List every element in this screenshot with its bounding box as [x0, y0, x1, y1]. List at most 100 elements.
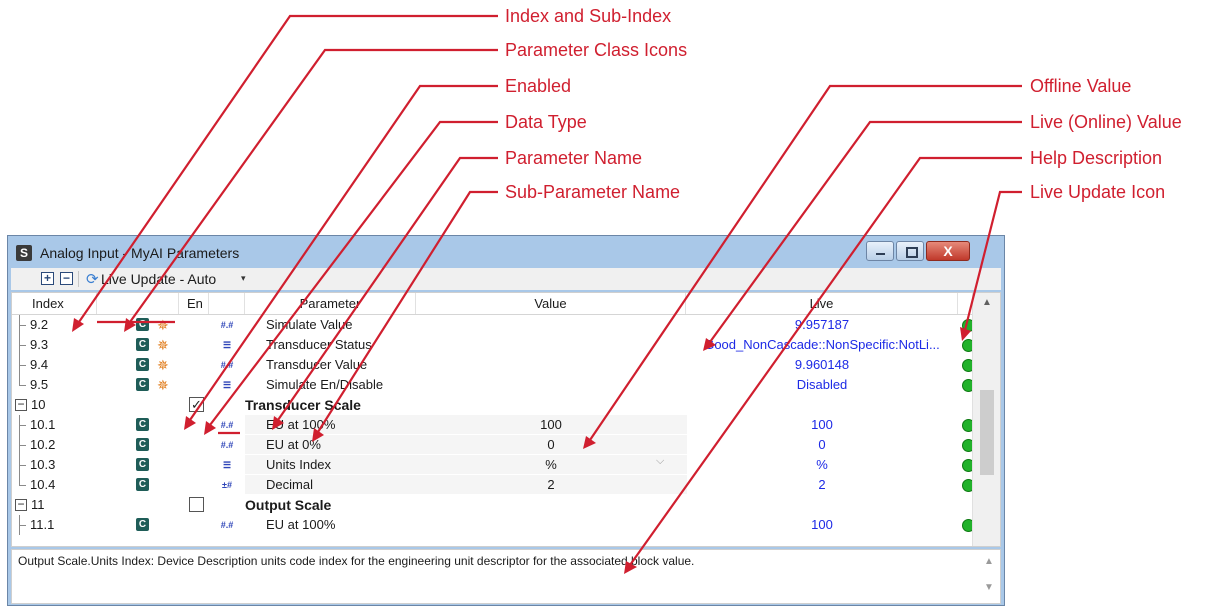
index-cell: 10.4	[30, 477, 56, 492]
help-description: Output Scale.Units Index: Device Descrip…	[11, 549, 1001, 604]
column-header-index[interactable]: Index	[12, 293, 97, 314]
live-cell: Disabled	[796, 377, 848, 392]
class-c-icon: C	[136, 458, 149, 471]
enum-type-icon: ☰	[222, 340, 232, 350]
vertical-scrollbar[interactable]: ▲	[972, 293, 1000, 546]
class-c-icon: C	[136, 518, 149, 531]
column-header-live[interactable]: Live	[686, 293, 958, 314]
app-icon: S	[16, 245, 32, 261]
column-header-icon	[958, 293, 972, 314]
parameter-name: Simulate En/Disable	[266, 377, 384, 392]
live-cell: 9.960148	[794, 357, 850, 372]
table-row[interactable]: 11.1 C #.# EU at 100% 100	[12, 515, 975, 535]
sub-parameter-name: Decimal	[266, 477, 313, 492]
class-c-icon: C	[136, 378, 149, 391]
parameters-window: S Analog Input - MyAI Parameters X + − ⟳…	[7, 235, 1005, 606]
table-row[interactable]: 10.1 C #.# EU at 100% 100 100	[12, 415, 975, 435]
close-button[interactable]: X	[926, 241, 970, 261]
enabled-checkbox[interactable]: ✓	[189, 397, 204, 412]
float-type-icon: #.#	[220, 360, 234, 370]
live-cell: Good_NonCascade::NonSpecific:NotLi...	[704, 337, 940, 352]
column-header-type[interactable]	[209, 293, 245, 314]
index-cell: 11	[31, 497, 45, 512]
float-type-icon: #.#	[220, 520, 234, 530]
enum-type-icon: ☰	[222, 460, 232, 470]
parameter-name: Transducer Value	[266, 357, 368, 372]
index-cell: 11.1	[30, 517, 55, 532]
column-header-value[interactable]: Value	[416, 293, 686, 314]
column-header-class[interactable]	[97, 293, 179, 314]
sub-parameter-name: Units Index	[266, 457, 332, 472]
index-cell: 10.2	[30, 437, 56, 452]
float-type-icon: #.#	[220, 440, 234, 450]
enum-type-icon: ☰	[222, 380, 232, 390]
grid-header: Index En Parameter Value Live	[12, 293, 972, 315]
parameter-name: Simulate Value	[266, 317, 353, 332]
table-row[interactable]: 9.3 C ✵ ☰ Transducer Status Good_NonCasc…	[12, 335, 975, 355]
sub-parameter-name: EU at 100%	[266, 517, 336, 532]
table-row[interactable]: 10.2 C #.# EU at 0% 0 0	[12, 435, 975, 455]
value-cell[interactable]	[416, 355, 686, 375]
help-scrollbar[interactable]: ▲ ▼	[980, 550, 1000, 603]
class-c-icon: C	[136, 318, 149, 331]
value-cell[interactable]	[416, 515, 686, 535]
index-cell: 9.4	[30, 357, 49, 372]
value-cell[interactable]: 100	[416, 415, 686, 435]
value-dropdown[interactable]: %	[416, 455, 686, 475]
atom-icon: ✵	[157, 317, 169, 333]
collapse-toggle[interactable]: −	[15, 398, 27, 411]
index-cell: 9.3	[30, 337, 49, 352]
value-cell[interactable]	[416, 315, 686, 335]
chevron-down-icon[interactable]: ▾	[241, 273, 246, 284]
scroll-thumb[interactable]	[980, 390, 994, 475]
index-cell: 10.3	[30, 457, 56, 472]
table-row[interactable]: 9.5 C ✵ ☰ Simulate En/Disable Disabled	[12, 375, 975, 395]
expand-all-button[interactable]: +	[41, 272, 54, 285]
parameter-name: Output Scale	[245, 497, 332, 513]
help-text: Output Scale.Units Index: Device Descrip…	[18, 554, 695, 568]
live-cell: 100	[811, 517, 833, 532]
collapse-all-button[interactable]: −	[60, 272, 73, 285]
index-cell: 9.2	[30, 317, 49, 332]
column-header-en[interactable]: En	[179, 293, 209, 314]
class-c-icon: C	[136, 418, 149, 431]
table-row[interactable]: 9.2 C ✵ #.# Simulate Value 9.957187	[12, 315, 975, 335]
column-header-parameter[interactable]: Parameter	[245, 293, 416, 314]
group-row[interactable]: − 10 ✓ Transducer Scale	[12, 395, 972, 415]
index-cell: 9.5	[30, 377, 49, 392]
live-cell: 9.957187	[794, 317, 850, 332]
table-row[interactable]: 9.4 C ✵ #.# Transducer Value 9.960148	[12, 355, 975, 375]
refresh-icon[interactable]: ⟳	[86, 270, 99, 288]
scroll-down-icon[interactable]: ▼	[984, 582, 994, 593]
integer-type-icon: ±#	[222, 480, 232, 490]
collapse-toggle[interactable]: −	[15, 498, 27, 511]
atom-icon: ✵	[157, 377, 169, 393]
live-update-dropdown[interactable]: Live Update - Auto	[101, 271, 216, 287]
toolbar: + − ⟳ Live Update - Auto ▾	[11, 268, 1001, 290]
index-cell: 10.1	[30, 417, 56, 432]
table-row[interactable]: 10.3 C ☰ Units Index % ⌵ %	[12, 455, 975, 475]
live-cell: 0	[818, 437, 826, 452]
parameter-name: Transducer Scale	[245, 397, 361, 413]
parameter-grid: Index En Parameter Value Live 9.2 C ✵ #.…	[11, 292, 1001, 547]
scroll-up-icon[interactable]: ▲	[984, 556, 994, 567]
enabled-checkbox[interactable]	[189, 497, 204, 512]
chevron-down-icon[interactable]: ⌵	[656, 455, 664, 468]
toolbar-divider	[78, 271, 79, 287]
float-type-icon: #.#	[220, 320, 234, 330]
value-cell[interactable]	[416, 335, 686, 355]
value-cell[interactable]: 2	[416, 475, 686, 495]
maximize-button[interactable]	[896, 241, 924, 261]
group-row[interactable]: − 11 Output Scale	[12, 495, 972, 515]
close-icon: X	[943, 243, 953, 259]
scroll-up-icon[interactable]: ▲	[973, 293, 1000, 313]
minimize-button[interactable]	[866, 241, 894, 261]
value-cell[interactable]	[416, 375, 686, 395]
value-cell[interactable]: 0	[416, 435, 686, 455]
live-cell: 2	[818, 477, 826, 492]
title-bar[interactable]: S Analog Input - MyAI Parameters X	[8, 236, 1004, 266]
callout-live-update-icon: Live Update Icon	[1030, 182, 1166, 202]
class-c-icon: C	[136, 338, 149, 351]
class-c-icon: C	[136, 438, 149, 451]
table-row[interactable]: 10.4 C ±# Decimal 2 2	[12, 475, 975, 495]
